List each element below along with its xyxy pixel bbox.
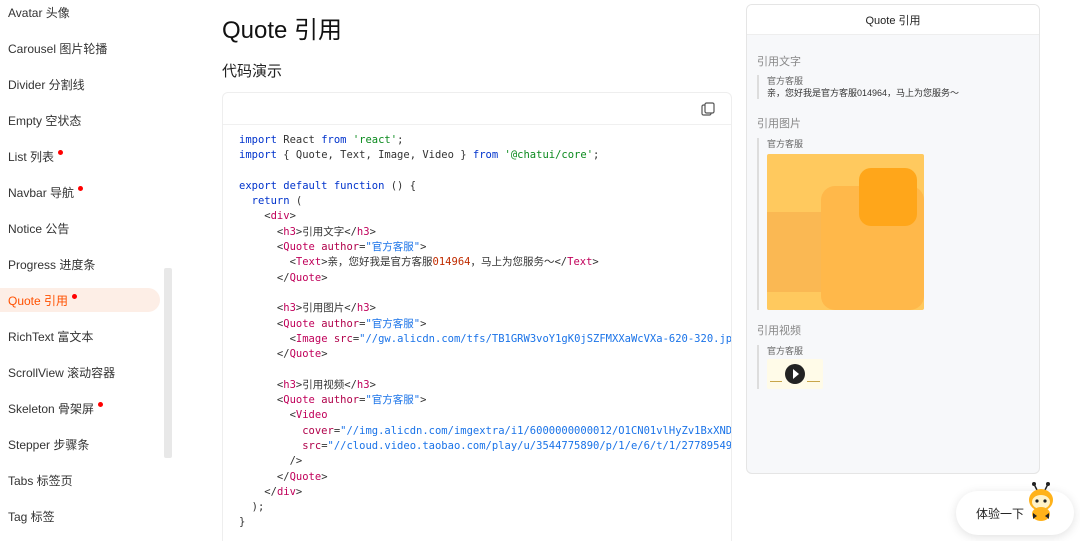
app-root: Avatar 头像 Carousel 图片轮播 Divider 分割线 Empty 空…: [0, 0, 1080, 541]
sidebar-item-label: List 列表: [8, 149, 55, 164]
sidebar-item-label: Tabs 标签页: [8, 473, 73, 488]
demo-heading-text: 引用文字: [757, 56, 801, 68]
sidebar-item[interactable]: Quote 引用: [0, 288, 160, 312]
sidebar-item-label: RichText 富文本: [8, 329, 94, 344]
sidebar-item[interactable]: Carousel 图片轮播: [0, 36, 160, 60]
demo-preview: Quote 引用 引用文字 官方客服 亲，您好我是官方客服014964，马上为您…: [746, 4, 1040, 474]
sidebar-item[interactable]: Stepper 步骤条: [0, 432, 160, 456]
sidebar-item[interactable]: Divider 分割线: [0, 72, 160, 96]
sidebar-item-label: Empty 空状态: [8, 113, 82, 128]
sidebar-item[interactable]: Progress 进度条: [0, 252, 160, 276]
quote-image-picture[interactable]: [767, 154, 924, 310]
demo-header: Quote 引用: [747, 5, 1039, 35]
sidebar-item-label: Avatar 头像: [8, 5, 70, 20]
sidebar-item[interactable]: ScrollView 滚动容器: [0, 360, 160, 384]
sidebar-item-label: Carousel 图片轮播: [8, 41, 108, 56]
sidebar-item[interactable]: Empty 空状态: [0, 108, 160, 132]
sidebar-item[interactable]: Avatar 头像: [0, 0, 160, 24]
sidebar-item[interactable]: Tag 标签: [0, 504, 160, 528]
quote-body: 亲，您好我是官方客服014964，马上为您服务～: [767, 88, 960, 98]
sidebar-scrollbar[interactable]: [164, 268, 172, 458]
sidebar-item-label: Tag 标签: [8, 509, 55, 524]
sidebar-item-label: Quote 引用: [8, 293, 69, 308]
sidebar-item-label: Progress 进度条: [8, 257, 96, 272]
code-card: import React from 'react'; import { Quot…: [222, 92, 732, 541]
quote-text: 官方客服 亲，您好我是官方客服014964，马上为您服务～: [757, 75, 959, 99]
sidebar-item[interactable]: Navbar 导航: [0, 180, 160, 204]
copy-icon[interactable]: [701, 102, 715, 116]
quote-video-player[interactable]: [767, 359, 823, 389]
new-badge-dot: [98, 401, 104, 407]
sidebar: Avatar 头像 Carousel 图片轮播 Divider 分割线 Empty 空…: [0, 0, 172, 541]
sidebar-item-label: Divider 分割线: [8, 77, 85, 92]
quote-author: 官方客服: [767, 346, 804, 356]
quote-author: 官方客服: [767, 76, 804, 86]
mascot-icon[interactable]: [1024, 480, 1058, 524]
new-badge-dot: [72, 293, 78, 299]
sidebar-item[interactable]: List 列表: [0, 144, 160, 168]
page-title: Quote 引用: [222, 17, 343, 44]
quote-video: 官方客服: [757, 345, 823, 389]
sidebar-item[interactable]: Tabs 标签页: [0, 468, 160, 492]
sidebar-item-label: Navbar 导航: [8, 185, 75, 200]
try-it-label: 体验一下: [976, 506, 1025, 521]
sidebar-item[interactable]: RichText 富文本: [0, 324, 160, 348]
sidebar-item-label: Stepper 步骤条: [8, 437, 90, 452]
sidebar-item-label: Notice 公告: [8, 221, 70, 236]
sidebar-item-label: ScrollView 滚动容器: [8, 365, 116, 380]
code-block: import React from 'react'; import { Quot…: [239, 134, 732, 529]
sidebar-item[interactable]: Skeleton 骨架屏: [0, 396, 160, 420]
sidebar-item[interactable]: Notice 公告: [0, 216, 160, 240]
new-badge-dot: [58, 149, 64, 155]
new-badge-dot: [78, 185, 84, 191]
quote-image: 官方客服: [757, 138, 924, 310]
demo-heading-image: 引用图片: [757, 118, 801, 130]
code-toolbar: [223, 93, 731, 125]
section-title: 代码演示: [222, 63, 283, 80]
quote-author: 官方客服: [767, 139, 804, 149]
play-icon[interactable]: [785, 364, 805, 384]
sidebar-item-label: Skeleton 骨架屏: [8, 401, 95, 416]
demo-heading-video: 引用视频: [757, 325, 801, 337]
